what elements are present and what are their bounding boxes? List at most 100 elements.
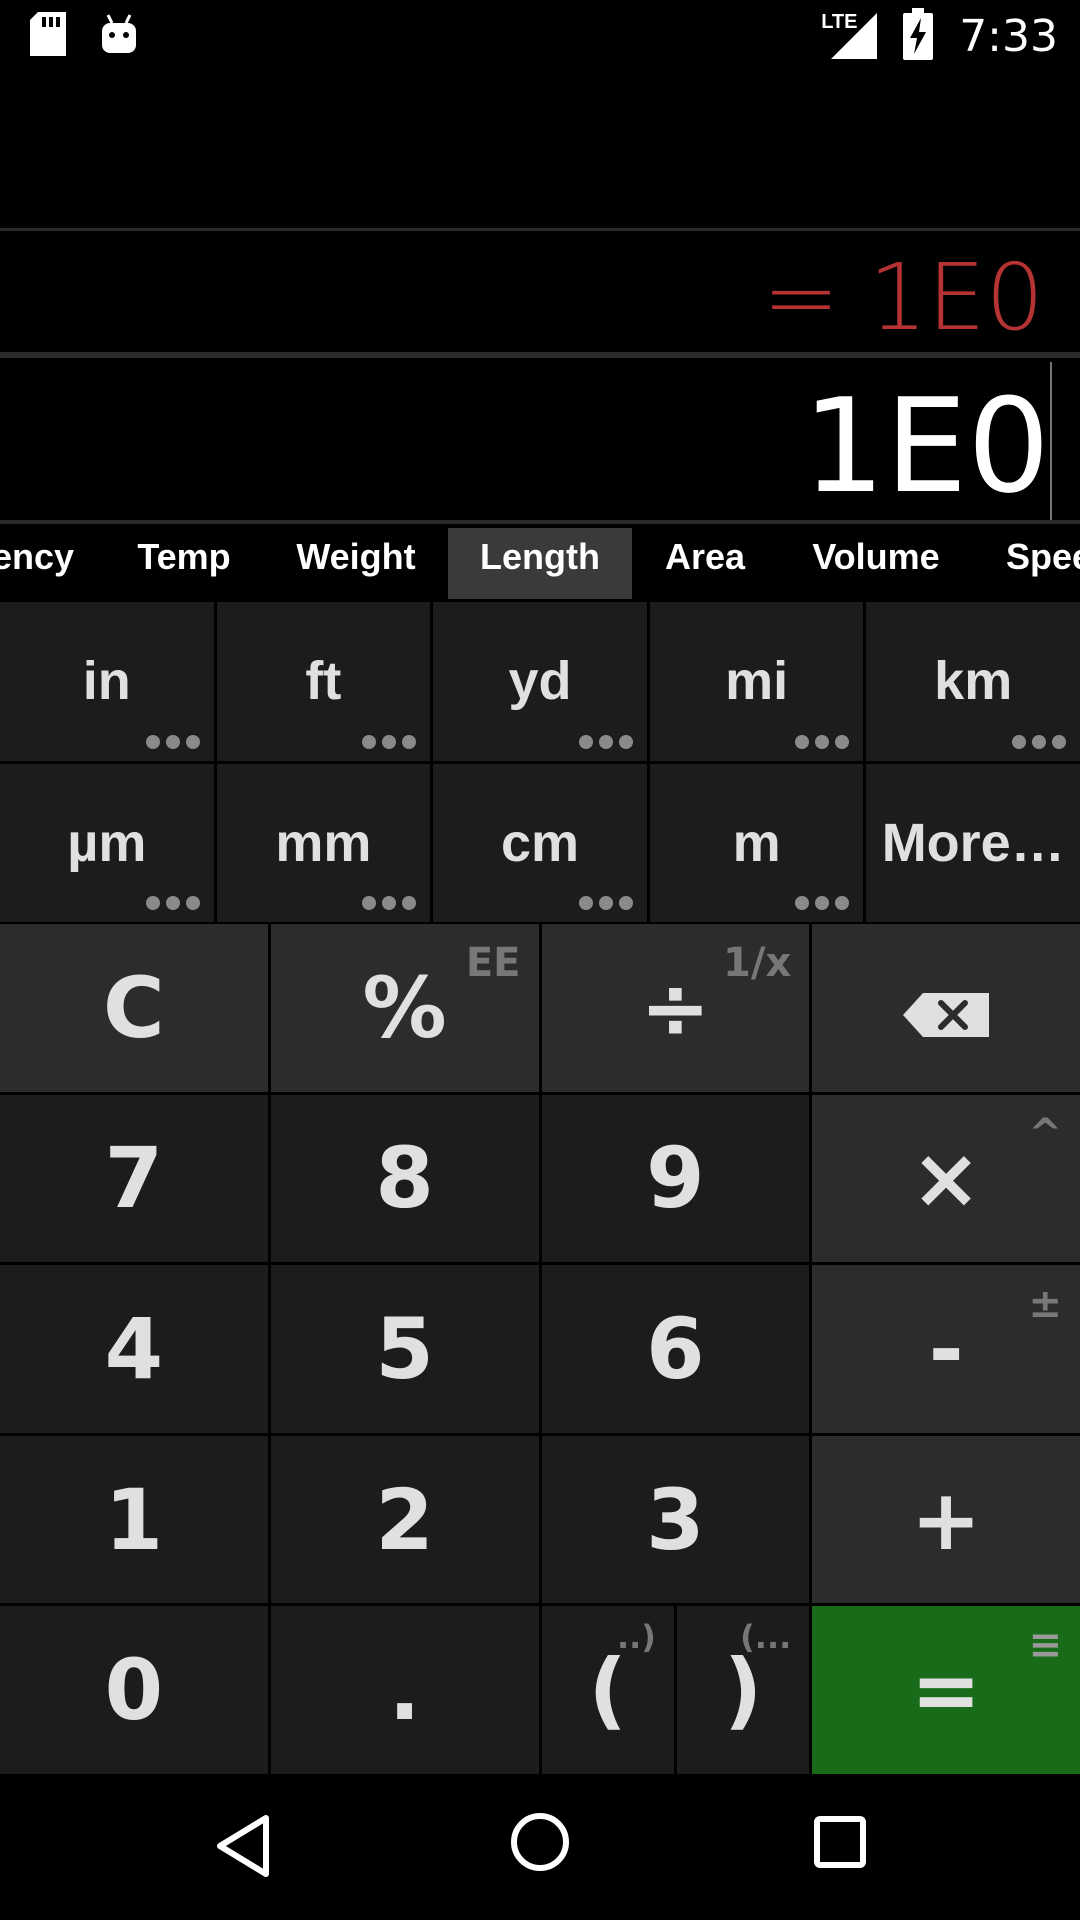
unit-label: mm bbox=[275, 812, 372, 873]
unit-label: More… bbox=[881, 812, 1065, 873]
key-label: 9 bbox=[646, 1129, 705, 1228]
unit-button-m[interactable]: m bbox=[649, 763, 864, 922]
key-label: 7 bbox=[104, 1129, 164, 1228]
backspace-icon bbox=[903, 959, 990, 1057]
divide-button[interactable]: ÷ 1/x bbox=[541, 924, 810, 1092]
key-label: . bbox=[388, 1641, 421, 1740]
multiply-button[interactable]: × ^ bbox=[812, 1094, 1080, 1263]
divider bbox=[0, 352, 1080, 358]
key-label: ÷ bbox=[640, 958, 711, 1057]
digit-8-button[interactable]: 8 bbox=[270, 1094, 539, 1263]
parentheses-group: (..) ) (... bbox=[541, 1606, 810, 1774]
more-options-icon bbox=[145, 896, 200, 910]
key-label: × bbox=[910, 1129, 982, 1228]
close-paren-button[interactable]: ) (... bbox=[676, 1606, 810, 1774]
backspace-button[interactable] bbox=[812, 924, 1080, 1092]
key-label: C bbox=[103, 958, 165, 1057]
back-icon[interactable] bbox=[214, 1814, 272, 1883]
unit-label: ft bbox=[305, 651, 342, 712]
unit-label: cm bbox=[500, 812, 580, 873]
key-secondary-label: ^ bbox=[1028, 1110, 1062, 1157]
more-options-icon bbox=[145, 734, 200, 749]
unit-grid: in ft yd mi km µm mm cm m More… bbox=[0, 602, 1080, 922]
unit-button-mm[interactable]: mm bbox=[216, 763, 431, 922]
equals-button[interactable]: = ≡ bbox=[812, 1606, 1080, 1774]
digit-5-button[interactable]: 5 bbox=[270, 1265, 539, 1433]
digit-4-button[interactable]: 4 bbox=[0, 1265, 268, 1433]
key-label: 5 bbox=[375, 1299, 434, 1398]
key-secondary-label: ≡ bbox=[1028, 1622, 1062, 1669]
more-options-icon bbox=[578, 896, 633, 910]
sd-card-icon bbox=[30, 12, 66, 61]
signal-icon: LTE bbox=[821, 9, 878, 64]
plus-button[interactable]: + bbox=[812, 1435, 1080, 1604]
more-units-button[interactable]: More… bbox=[866, 763, 1080, 922]
digit-2-button[interactable]: 2 bbox=[270, 1435, 539, 1604]
key-label: 8 bbox=[375, 1129, 434, 1228]
open-paren-button[interactable]: (..) bbox=[541, 1606, 674, 1774]
more-options-icon bbox=[362, 896, 417, 910]
tab-volume[interactable]: Volume bbox=[808, 528, 944, 599]
key-label: 6 bbox=[646, 1299, 705, 1398]
digit-1-button[interactable]: 1 bbox=[0, 1435, 268, 1604]
key-secondary-label: EE bbox=[465, 940, 521, 986]
unit-label: in bbox=[82, 651, 131, 712]
key-label: 3 bbox=[646, 1470, 705, 1569]
key-label: = bbox=[910, 1641, 982, 1740]
result-display: = 1E0 bbox=[762, 244, 1044, 351]
key-secondary-label: (... bbox=[740, 1618, 792, 1657]
tab-length[interactable]: Length bbox=[448, 528, 632, 599]
calculator-display: = 1E0 1E0 bbox=[0, 72, 1080, 524]
key-label: 4 bbox=[104, 1299, 164, 1398]
digit-3-button[interactable]: 3 bbox=[541, 1435, 810, 1604]
key-secondary-label: ± bbox=[1028, 1281, 1062, 1328]
home-icon[interactable] bbox=[510, 1812, 570, 1877]
digit-6-button[interactable]: 6 bbox=[541, 1265, 810, 1433]
percent-button[interactable]: % EE bbox=[270, 924, 539, 1092]
unit-label: m bbox=[732, 812, 781, 873]
key-label: + bbox=[910, 1470, 982, 1569]
more-options-icon bbox=[795, 896, 850, 910]
tab-currency[interactable]: ency bbox=[0, 528, 74, 599]
unit-label: mi bbox=[725, 651, 789, 712]
network-type: LTE bbox=[821, 11, 858, 33]
unit-button-yd[interactable]: yd bbox=[433, 602, 647, 761]
key-secondary-label: 1/x bbox=[723, 940, 792, 986]
decimal-button[interactable]: . bbox=[270, 1606, 539, 1774]
divider bbox=[0, 228, 1080, 231]
more-options-icon bbox=[795, 734, 850, 749]
tab-speed[interactable]: Spee bbox=[1006, 528, 1080, 599]
digit-9-button[interactable]: 9 bbox=[541, 1094, 810, 1263]
digit-7-button[interactable]: 7 bbox=[0, 1094, 268, 1263]
unit-button-ft[interactable]: ft bbox=[216, 602, 431, 761]
key-label: 0 bbox=[104, 1641, 164, 1740]
more-options-icon bbox=[1012, 734, 1066, 749]
key-label: 1 bbox=[104, 1470, 164, 1569]
digit-0-button[interactable]: 0 bbox=[0, 1606, 268, 1774]
keypad: C % EE ÷ 1/x 7 8 9 × ^ 4 5 6 - ± 1 2 3 + 0 .… bbox=[0, 924, 1080, 1774]
tab-weight[interactable]: Weight bbox=[290, 528, 422, 599]
unit-button-km[interactable]: km bbox=[866, 602, 1080, 761]
more-options-icon bbox=[578, 734, 633, 749]
tab-area[interactable]: Area bbox=[660, 528, 750, 599]
text-cursor bbox=[1050, 362, 1052, 522]
more-options-icon bbox=[362, 734, 417, 749]
tab-temp[interactable]: Temp bbox=[132, 528, 236, 599]
unit-button-cm[interactable]: cm bbox=[433, 763, 647, 922]
unit-label: yd bbox=[508, 651, 572, 712]
key-label: - bbox=[928, 1299, 964, 1398]
input-field[interactable]: 1E0 bbox=[802, 370, 1050, 522]
android-icon bbox=[100, 13, 138, 60]
key-label: 2 bbox=[375, 1470, 434, 1569]
key-secondary-label: ..) bbox=[616, 1618, 656, 1657]
battery-charging-icon bbox=[903, 8, 934, 65]
unit-button-in[interactable]: in bbox=[0, 602, 214, 761]
category-tabs: ency Temp Weight Length Area Volume Spee bbox=[0, 524, 1080, 599]
unit-button-um[interactable]: µm bbox=[0, 763, 214, 922]
unit-label: µm bbox=[67, 812, 147, 873]
clear-button[interactable]: C bbox=[0, 924, 268, 1092]
status-time: 7:33 bbox=[959, 11, 1058, 62]
unit-button-mi[interactable]: mi bbox=[649, 602, 864, 761]
minus-button[interactable]: - ± bbox=[812, 1265, 1080, 1433]
recents-icon[interactable] bbox=[814, 1816, 866, 1873]
